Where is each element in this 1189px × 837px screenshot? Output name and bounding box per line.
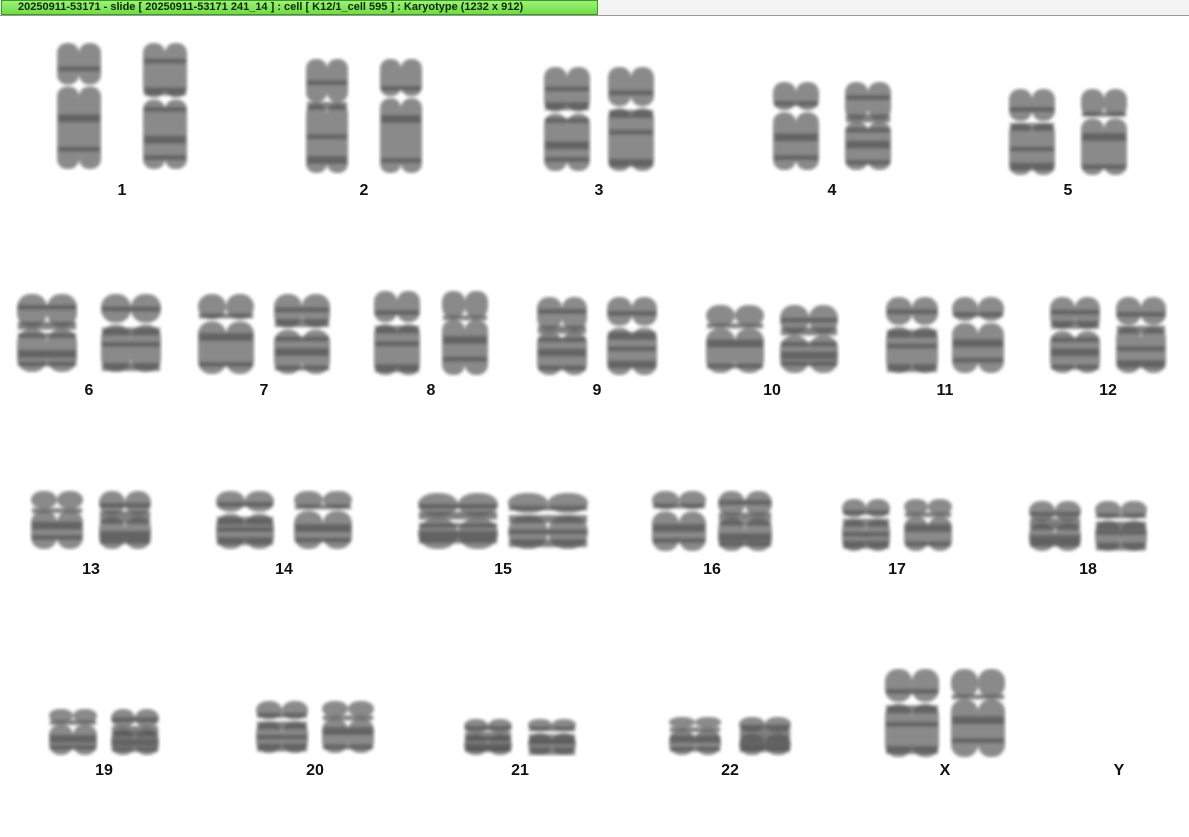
chromosome-7-1[interactable] [196, 292, 256, 376]
chromosome-1-1[interactable] [55, 41, 103, 171]
chromosome-21-2[interactable] [526, 717, 578, 757]
pair-label-18: 18 [1079, 561, 1097, 578]
chromosome-11-2[interactable] [950, 295, 1006, 375]
chromosome-pair-3[interactable]: 3 [542, 65, 656, 202]
pair-label-2: 2 [359, 182, 369, 199]
chromosome-pair-8[interactable]: 8 [372, 289, 490, 402]
pair-label-6: 6 [84, 382, 94, 399]
chromosome-7-2[interactable] [272, 292, 332, 376]
chromosome-17-1[interactable] [840, 497, 892, 553]
chromosome-15-1[interactable] [416, 491, 500, 551]
chromosome-13-2[interactable] [97, 489, 153, 551]
chromosome-pair-y[interactable]: Y [1064, 707, 1174, 782]
chromosome-10-1[interactable] [704, 303, 766, 375]
chromosome-18-1[interactable] [1027, 499, 1083, 553]
chromosome-20-1[interactable] [254, 699, 310, 755]
pair-label-17: 17 [888, 561, 906, 578]
pair-label-14: 14 [275, 561, 293, 578]
chromosome-pair-22[interactable]: 22 [667, 715, 793, 782]
pair-label-11: 11 [936, 382, 954, 399]
chromosome-14-1[interactable] [214, 489, 276, 551]
pair-label-21: 21 [511, 762, 529, 779]
chromosome-20-2[interactable] [320, 699, 376, 755]
chromosome-pair-20[interactable]: 20 [254, 699, 376, 782]
chromosome-9-1[interactable] [535, 295, 589, 377]
chromosome-19-2[interactable] [109, 707, 161, 757]
chromosome-x-1[interactable] [883, 667, 941, 759]
chromosome-pair-6[interactable]: 6 [15, 292, 163, 402]
chromosome-22-2[interactable] [737, 715, 793, 757]
chromosome-17-2[interactable] [902, 497, 954, 553]
chromosome-pair-2[interactable]: 2 [304, 57, 424, 202]
chromosome-6-1[interactable] [15, 292, 79, 374]
window-title-bar: 20250911-53171 - slide [ 20250911-53171 … [0, 0, 1189, 16]
karyotype-area: 1 2 3 4 5 6 7 8 9 10 11 12 13 14 15 16 17 18 19 20 21 22 X Y [0, 17, 1189, 837]
chromosome-pair-1[interactable]: 1 [55, 41, 189, 202]
chromosome-16-1[interactable] [650, 489, 708, 553]
pair-label-8: 8 [426, 382, 436, 399]
chromosome-5-1[interactable] [1007, 87, 1057, 177]
chromosome-4-2[interactable] [843, 80, 893, 172]
window-title: 20250911-53171 - slide [ 20250911-53171 … [1, 0, 598, 15]
chromosome-pair-16[interactable]: 16 [650, 489, 774, 581]
chromosome-2-1[interactable] [304, 57, 350, 175]
chromosome-pair-5[interactable]: 5 [1007, 87, 1129, 202]
chromosome-pair-17[interactable]: 17 [840, 497, 954, 581]
chromosome-pair-12[interactable]: 12 [1048, 295, 1168, 402]
chromosome-15-2[interactable] [506, 491, 590, 551]
chromosome-2-2[interactable] [378, 57, 424, 175]
pair-label-5: 5 [1063, 182, 1073, 199]
pair-label-19: 19 [95, 762, 113, 779]
chromosome-3-2[interactable] [606, 65, 656, 173]
chromosome-16-2[interactable] [716, 489, 774, 553]
pair-label-10: 10 [763, 382, 781, 399]
pair-label-1: 1 [117, 182, 127, 199]
chromosome-pair-10[interactable]: 10 [704, 303, 840, 402]
chromosome-pair-18[interactable]: 18 [1027, 499, 1149, 581]
pair-label-22: 22 [721, 762, 739, 779]
chromosome-13-1[interactable] [29, 489, 85, 551]
pair-label-13: 13 [82, 561, 100, 578]
pair-label-x: X [939, 762, 951, 779]
chromosome-14-2[interactable] [292, 489, 354, 551]
chromosome-8-2[interactable] [440, 289, 490, 377]
chromosome-10-2[interactable] [778, 303, 840, 375]
pair-label-20: 20 [306, 762, 324, 779]
chromosome-8-1[interactable] [372, 289, 422, 377]
chromosome-pair-15[interactable]: 15 [416, 491, 590, 581]
chromosome-pair-21[interactable]: 21 [462, 717, 578, 782]
chromosome-pair-13[interactable]: 13 [29, 489, 153, 581]
pair-label-y: Y [1113, 762, 1125, 779]
chromosome-pair-7[interactable]: 7 [196, 292, 332, 402]
chromosome-3-1[interactable] [542, 65, 592, 173]
chromosome-12-1[interactable] [1048, 295, 1102, 375]
pair-label-16: 16 [703, 561, 721, 578]
chromosome-pair-14[interactable]: 14 [214, 489, 354, 581]
chromosome-12-2[interactable] [1114, 295, 1168, 375]
chromosome-x-2[interactable] [949, 667, 1007, 759]
chromosome-22-1[interactable] [667, 715, 723, 757]
chromosome-pair-x[interactable]: X [883, 667, 1007, 782]
chromosome-18-2[interactable] [1093, 499, 1149, 553]
chromosome-19-1[interactable] [47, 707, 99, 757]
chromosome-21-1[interactable] [462, 717, 514, 757]
pair-label-9: 9 [592, 382, 602, 399]
chromosome-pair-4[interactable]: 4 [771, 80, 893, 202]
pair-label-4: 4 [827, 182, 837, 199]
pair-label-7: 7 [259, 382, 269, 399]
chromosome-pair-19[interactable]: 19 [47, 707, 161, 782]
chromosome-pair-11[interactable]: 11 [884, 295, 1006, 402]
chromosome-9-2[interactable] [605, 295, 659, 377]
chromosome-5-2[interactable] [1079, 87, 1129, 177]
pair-label-3: 3 [594, 182, 604, 199]
chromosome-pair-9[interactable]: 9 [535, 295, 659, 402]
chromosome-11-1[interactable] [884, 295, 940, 375]
chromosome-1-2[interactable] [141, 41, 189, 171]
chromosome-6-2[interactable] [99, 292, 163, 374]
pair-label-12: 12 [1099, 382, 1117, 399]
pair-label-15: 15 [494, 561, 512, 578]
chromosome-4-1[interactable] [771, 80, 821, 172]
